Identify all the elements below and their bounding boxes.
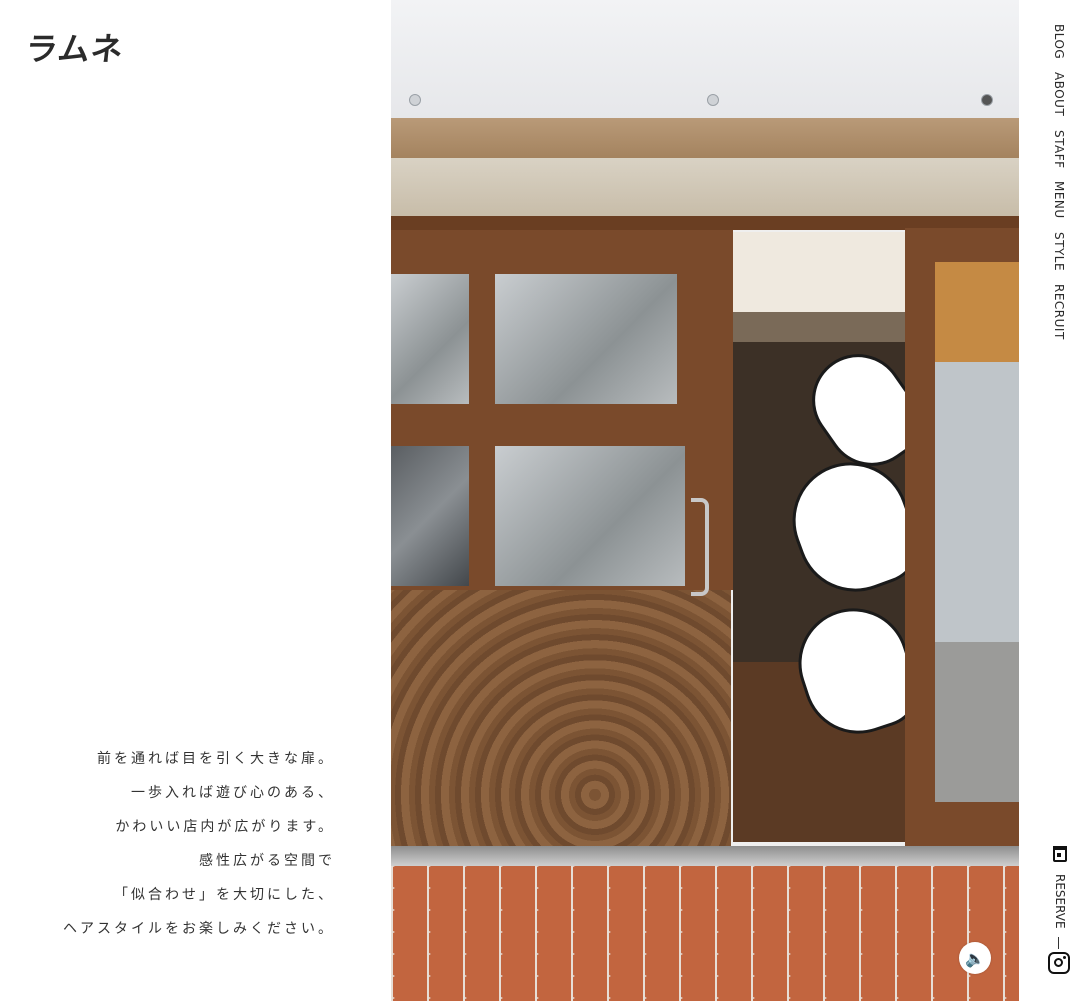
reserve-button[interactable]: RESERVE bbox=[1048, 846, 1072, 933]
soffit bbox=[391, 158, 1019, 218]
door-glass bbox=[391, 274, 469, 404]
nav-item-about[interactable]: ABOUT bbox=[1052, 72, 1066, 116]
tagline-line: かわいい店内が広がります。 bbox=[115, 819, 335, 835]
tagline-line: 感性広がる空間で bbox=[199, 853, 335, 869]
screw bbox=[707, 94, 719, 106]
nav-item-blog[interactable]: BLOG bbox=[1052, 24, 1066, 59]
logo[interactable]: ラムネ bbox=[24, 24, 127, 70]
door-glass bbox=[495, 446, 685, 586]
nav-item-style[interactable]: STYLE bbox=[1052, 232, 1066, 271]
tagline-line: 「似合わせ」を大切にした、 bbox=[114, 887, 335, 903]
nav-item-staff[interactable]: STAFF bbox=[1052, 130, 1066, 169]
tagline-line: 前を通れば目を引く大きな扉。 bbox=[97, 751, 335, 767]
tagline-line: ヘアスタイルをお楽しみください。 bbox=[63, 921, 335, 937]
door-handle bbox=[691, 498, 709, 596]
nav-item-menu[interactable]: MENU bbox=[1052, 181, 1066, 219]
vertical-nav: BLOG ABOUT STAFF MENU STYLE RECRUIT bbox=[1052, 24, 1072, 353]
door-glass bbox=[495, 274, 677, 404]
door-panel bbox=[391, 590, 731, 846]
divider bbox=[1058, 937, 1059, 949]
door-glass bbox=[935, 262, 1019, 802]
screw bbox=[409, 94, 421, 106]
nav-item-recruit[interactable]: RECRUIT bbox=[1052, 284, 1066, 340]
tile-floor bbox=[391, 866, 1019, 1001]
door-glass bbox=[391, 446, 469, 586]
speaker-icon: 🔈 bbox=[965, 948, 985, 968]
instagram-icon[interactable] bbox=[1048, 952, 1070, 974]
sound-toggle-button[interactable]: 🔈 bbox=[959, 942, 991, 974]
screw bbox=[981, 94, 993, 106]
calendar-icon bbox=[1053, 846, 1067, 862]
hero-image bbox=[391, 0, 1019, 1001]
reserve-label: RESERVE bbox=[1053, 874, 1067, 929]
tagline-line: 一歩入れば遊び心のある、 bbox=[131, 785, 335, 801]
tagline: 前を通れば目を引く大きな扉。 一歩入れば遊び心のある、 かわいい店内が広がります… bbox=[63, 748, 335, 952]
beam bbox=[391, 118, 1019, 158]
threshold bbox=[391, 846, 1019, 866]
wall bbox=[391, 0, 1019, 120]
